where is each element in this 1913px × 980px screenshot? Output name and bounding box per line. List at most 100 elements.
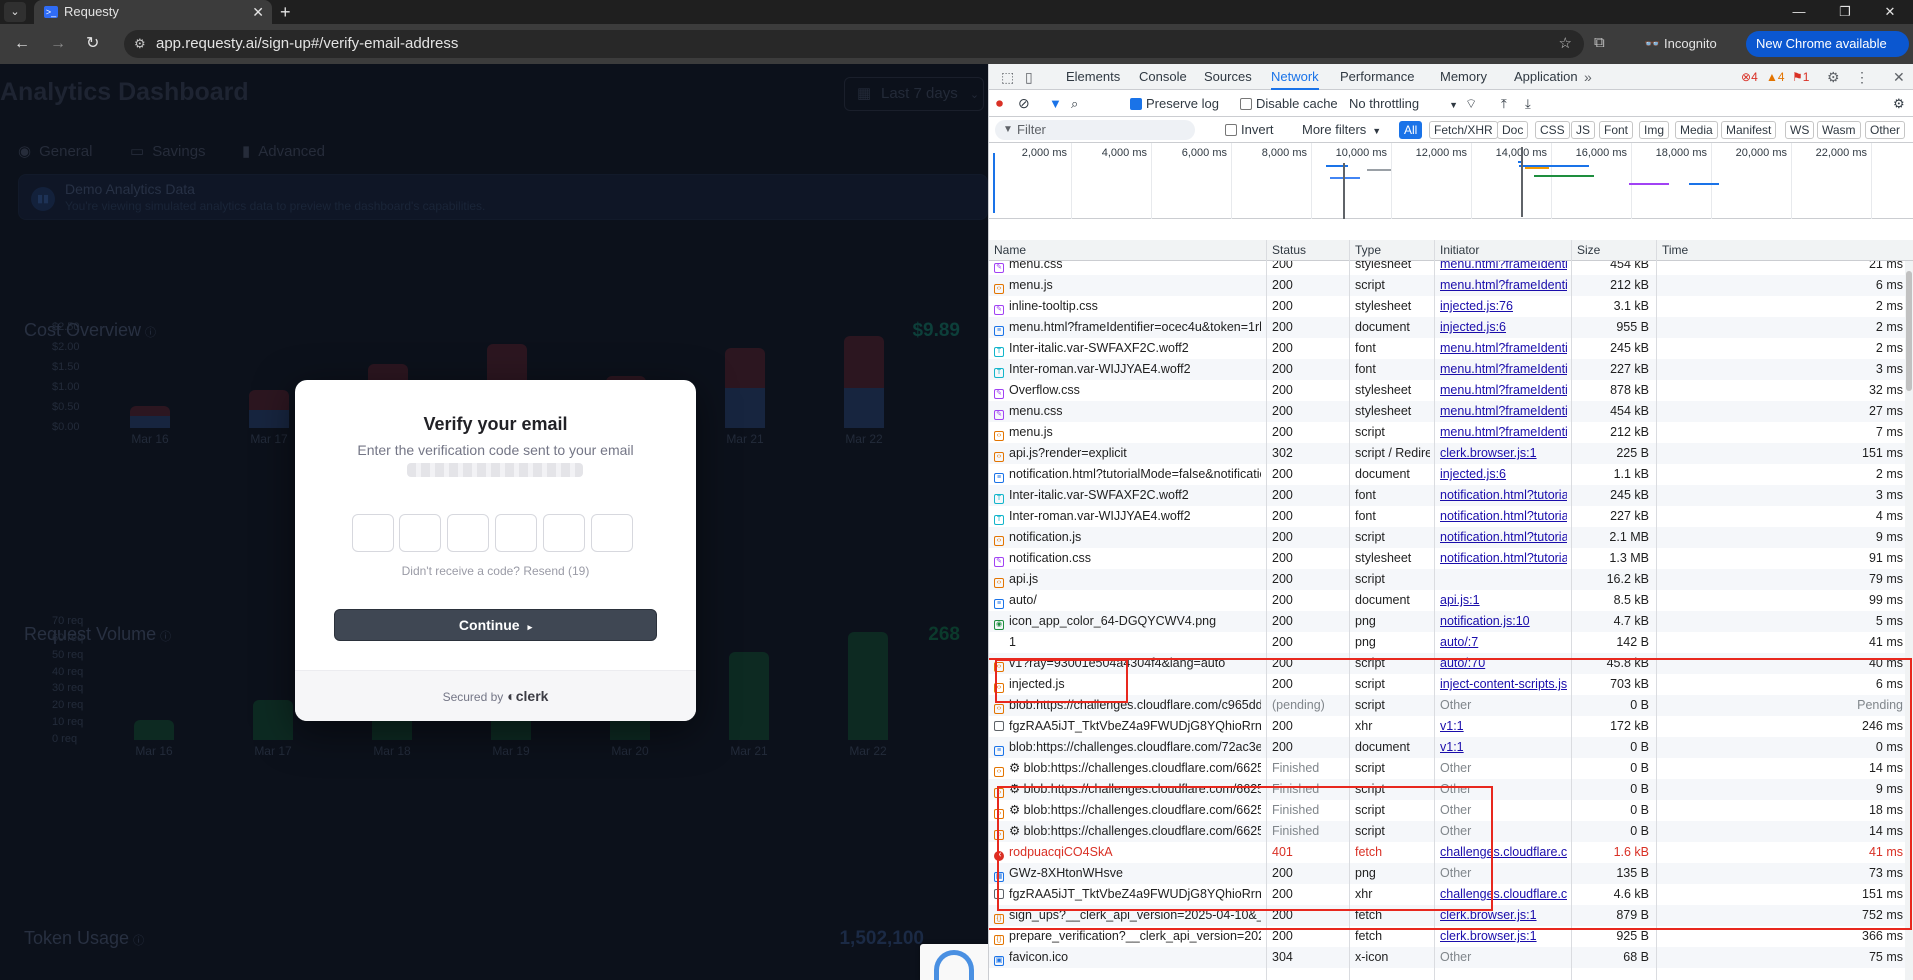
table-row[interactable]: ✎ menu.css 200 stylesheet menu.html?frameIde…: [989, 401, 1913, 422]
table-row[interactable]: ▣ favicon.ico 304 x-icon Other 68 B 75 ms: [989, 947, 1913, 968]
request-initiator[interactable]: Other: [1435, 947, 1567, 968]
col-initiator[interactable]: Initiator: [1435, 240, 1479, 260]
otp-digit-4[interactable]: [495, 514, 537, 552]
preserve-log-checkbox[interactable]: Preserve log: [1130, 90, 1219, 117]
export-har-icon[interactable]: ⤓: [1525, 90, 1531, 117]
restore-icon[interactable]: ❐: [1822, 0, 1868, 24]
reload-icon[interactable]: ↻: [86, 24, 99, 64]
table-row[interactable]: ✎ inline-tooltip.css 200 stylesheet injected…: [989, 296, 1913, 317]
request-initiator[interactable]: notification.js:10: [1435, 611, 1567, 632]
col-time[interactable]: Time: [1657, 240, 1688, 260]
table-row[interactable]: ‹› notification.js 200 script notification.h…: [989, 527, 1913, 548]
clerk-logo[interactable]: ◐clerk: [507, 688, 548, 704]
update-chrome-button[interactable]: New Chrome available ⋮: [1746, 31, 1909, 77]
minimize-icon[interactable]: —: [1776, 0, 1822, 24]
table-row[interactable]: ✎ Overflow.css 200 stylesheet menu.html?fram…: [989, 380, 1913, 401]
request-initiator[interactable]: notification.html?tutorialMo: [1435, 485, 1567, 506]
browser-tab[interactable]: >_ Requesty ✕: [34, 0, 272, 24]
request-initiator[interactable]: api.js:1: [1435, 590, 1567, 611]
request-initiator[interactable]: notification.html?tutorialMo: [1435, 527, 1567, 548]
table-row[interactable]: ‹› api.js?render=explicit 302 script / Redi…: [989, 443, 1913, 464]
settings-gear-icon[interactable]: ⚙: [1827, 64, 1840, 90]
table-row[interactable]: T Inter-italic.var-SWFAXF2C.woff2 200 font m…: [989, 338, 1913, 359]
filter-type-all[interactable]: All: [1399, 121, 1423, 139]
error-count[interactable]: ⊗4: [1741, 64, 1758, 90]
import-har-icon[interactable]: ⤒: [1501, 90, 1507, 117]
filter-type-ws[interactable]: WS: [1785, 121, 1815, 139]
col-type[interactable]: Type: [1350, 240, 1381, 260]
request-initiator[interactable]: menu.html?frameIdentifier=o: [1435, 338, 1567, 359]
request-initiator[interactable]: [1435, 569, 1567, 590]
otp-digit-2[interactable]: [399, 514, 441, 552]
otp-digit-3[interactable]: [447, 514, 489, 552]
request-initiator[interactable]: notification.html?tutorialMo: [1435, 548, 1567, 569]
filter-type-css[interactable]: CSS: [1535, 121, 1570, 139]
tab-performance[interactable]: Performance: [1340, 64, 1414, 90]
filter-type-other[interactable]: Other: [1865, 121, 1906, 139]
filter-type-doc[interactable]: Doc: [1497, 121, 1529, 139]
recaptcha-badge[interactable]: [920, 944, 988, 980]
request-initiator[interactable]: menu.html?frameIdentifier=o: [1435, 359, 1567, 380]
table-row[interactable]: ✎ menu.css 200 stylesheet menu.html?frameIde…: [989, 261, 1913, 275]
table-row[interactable]: ≡ notification.html?tutorialMode=false&no…: [989, 464, 1913, 485]
otp-digit-1[interactable]: [352, 514, 394, 552]
device-toolbar-icon[interactable]: ▯: [1025, 64, 1033, 90]
forward-icon[interactable]: →: [50, 24, 66, 64]
invert-checkbox[interactable]: Invert: [1225, 117, 1274, 143]
request-initiator[interactable]: menu.html?frameIdentifier=o: [1435, 401, 1567, 422]
filter-type-media[interactable]: Media: [1675, 121, 1718, 139]
table-row[interactable]: ‹› menu.js 200 script menu.html?frameIdentif…: [989, 422, 1913, 443]
new-tab-icon[interactable]: +: [280, 0, 291, 24]
network-settings-icon[interactable]: ⚙: [1893, 90, 1905, 117]
table-row[interactable]: 1 200 png auto/:7 142 B 41 ms: [989, 632, 1913, 653]
throttling-select[interactable]: No throttling ▼: [1349, 90, 1458, 119]
table-row[interactable]: ‹› api.js 200 script 16.2 kB 79 ms: [989, 569, 1913, 590]
filter-type-manifest[interactable]: Manifest: [1721, 121, 1777, 139]
inspect-element-icon[interactable]: ⬚: [1001, 64, 1014, 90]
otp-digit-5[interactable]: [543, 514, 585, 552]
date-range-button[interactable]: ▦ Last 7 days ⌄: [844, 77, 984, 111]
filter-funnel-icon[interactable]: ▼: [1049, 90, 1062, 117]
issue-count[interactable]: ⚑1: [1792, 64, 1809, 90]
otp-digit-6[interactable]: [591, 514, 633, 552]
table-row[interactable]: T Inter-roman.var-WIJJYAE4.woff2 200 font no…: [989, 506, 1913, 527]
site-info-icon[interactable]: ⚙: [134, 30, 146, 58]
incognito-indicator[interactable]: 👓 Incognito: [1636, 32, 1725, 56]
network-conditions-icon[interactable]: ⌔: [1465, 90, 1477, 117]
table-row[interactable]: ‹› menu.js 200 script menu.html?frameIdentif…: [989, 275, 1913, 296]
table-row[interactable]: ≡ auto/200 document api.js:1 8.5 kB 99 ms: [989, 590, 1913, 611]
tab-application[interactable]: Application: [1514, 64, 1578, 90]
col-size[interactable]: Size: [1572, 240, 1600, 260]
tab-console[interactable]: Console: [1139, 64, 1187, 90]
request-initiator[interactable]: menu.html?frameIdentifier=o: [1435, 261, 1567, 275]
tab-memory[interactable]: Memory: [1440, 64, 1487, 90]
filter-type-fetchxhr[interactable]: Fetch/XHR: [1429, 121, 1498, 139]
request-initiator[interactable]: injected.js:6: [1435, 464, 1567, 485]
resend-code-link[interactable]: Didn't receive a code? Resend (19): [295, 564, 696, 578]
request-initiator[interactable]: notification.html?tutorialMo: [1435, 506, 1567, 527]
request-initiator[interactable]: injected.js:76: [1435, 296, 1567, 317]
clear-icon[interactable]: ⊘: [1018, 90, 1030, 117]
url-bar[interactable]: ⚙ app.requesty.ai/sign-up#/verify-email-…: [124, 30, 1584, 58]
tab-elements[interactable]: Elements: [1066, 64, 1120, 90]
close-tab-icon[interactable]: ✕: [252, 0, 264, 24]
bookmark-star-icon[interactable]: ☆: [1559, 30, 1572, 58]
tab-search-icon[interactable]: ⌄: [4, 2, 26, 22]
request-initiator[interactable]: auto/:7: [1435, 632, 1567, 653]
tab-sources[interactable]: Sources: [1204, 64, 1252, 90]
tab-advanced[interactable]: ▮ Advanced: [242, 142, 325, 160]
filter-input[interactable]: ▼ Filter: [995, 120, 1195, 140]
more-filters-dropdown[interactable]: More filters ▼: [1302, 117, 1381, 144]
request-initiator[interactable]: clerk.browser.js:1: [1435, 443, 1567, 464]
table-row[interactable]: ≡ menu.html?frameIdentifier=ocec4u&token=…: [989, 317, 1913, 338]
request-initiator[interactable]: menu.html?frameIdentifier=o: [1435, 380, 1567, 401]
tab-savings[interactable]: ▭ Savings: [130, 142, 206, 160]
table-row[interactable]: ◉ icon_app_color_64-DGQYCWV4.png 200 png not…: [989, 611, 1913, 632]
filter-type-font[interactable]: Font: [1599, 121, 1634, 139]
back-icon[interactable]: ←: [14, 24, 30, 64]
warning-count[interactable]: ▲4: [1766, 64, 1785, 90]
extensions-icon[interactable]: ⧉: [1594, 34, 1605, 51]
request-initiator[interactable]: menu.html?frameIdentifier=o: [1435, 422, 1567, 443]
devtools-menu-icon[interactable]: ⋮: [1855, 64, 1869, 90]
tab-general[interactable]: ◉ General: [18, 142, 92, 160]
